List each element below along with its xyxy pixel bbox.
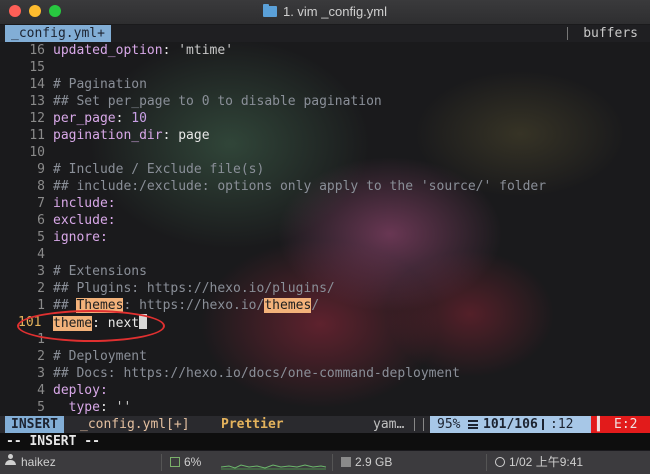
system-status-bar: haikez 6% 2.9 GB 1/02 上午9:41 <box>0 451 650 474</box>
line-number: 9 <box>37 162 45 177</box>
line-number: 2 <box>37 281 45 296</box>
code-line: 5 type: '' <box>0 399 650 416</box>
user-icon <box>5 454 16 465</box>
line-number: 6 <box>37 213 45 228</box>
code-line: 16 updated_option: 'mtime' <box>0 42 650 59</box>
line-number: 4 <box>37 383 45 398</box>
code-line: 9 # Include / Exclude file(s) <box>0 161 650 178</box>
code-line: 4 deploy: <box>0 382 650 399</box>
line-text: deploy: <box>53 383 108 398</box>
status-divider <box>332 454 333 471</box>
status-divider <box>486 454 487 471</box>
line-number: 5 <box>37 230 45 245</box>
line-number: 3 <box>37 264 45 279</box>
editor-buffer[interactable]: 16 updated_option: 'mtime' 15 14 # Paginat… <box>0 42 650 416</box>
code-line: 6 exclude: <box>0 212 650 229</box>
line-text: ## Docs: https://hexo.io/docs/one-comman… <box>53 366 460 381</box>
annotation-circle <box>17 310 165 342</box>
username: haikez <box>21 455 56 469</box>
line-number: 10 <box>29 145 45 160</box>
line-text: ## Set per_page to 0 to disable paginati… <box>53 94 382 109</box>
code-line: 10 <box>0 144 650 161</box>
line-text: pagination_dir: page <box>53 128 210 143</box>
line-text: include: <box>53 196 116 211</box>
status-line: INSERT _config.yml[+] Prettier yam… 95% … <box>0 416 650 433</box>
cpu-icon <box>170 457 180 467</box>
scroll-percent: 95% <box>437 417 461 432</box>
code-line: 3 # Extensions <box>0 263 650 280</box>
title-bar: 1. vim _config.yml <box>0 0 650 25</box>
line-text: ## Plugins: https://hexo.io/plugins/ <box>53 281 335 296</box>
line-number: 2 <box>37 349 45 364</box>
status-divider <box>423 418 424 431</box>
line-number: 12 <box>29 111 45 126</box>
line-text: ## include:/exclude: options only apply … <box>53 179 547 194</box>
clock: 1/02 上午9:41 <box>495 455 583 470</box>
buffers-label: buffers <box>583 26 638 41</box>
lines-icon <box>468 420 478 429</box>
warning-icon: ▍ <box>597 417 605 432</box>
line-number: 7 <box>37 196 45 211</box>
code-line: 2 ## Plugins: https://hexo.io/plugins/ <box>0 280 650 297</box>
line-text: ignore: <box>53 230 108 245</box>
line-number: 16 <box>29 43 45 58</box>
folder-icon <box>262 4 277 17</box>
column-position: :12 <box>550 417 574 432</box>
cpu-sparkline <box>221 464 326 470</box>
line-text: # Deployment <box>53 349 147 364</box>
line-text: # Pagination <box>53 77 147 92</box>
code-line: 15 <box>0 59 650 76</box>
error-segment: ▍ E:2 <box>591 416 650 433</box>
status-divider <box>161 454 162 471</box>
line-text: per_page: 10 <box>53 111 147 126</box>
code-line: 11 pagination_dir: page <box>0 127 650 144</box>
memory-value: 2.9 GB <box>355 455 393 469</box>
code-line: 12 per_page: 10 <box>0 110 650 127</box>
line-text: # Extensions <box>53 264 147 279</box>
code-line: 8 ## include:/exclude: options only apply… <box>0 178 650 195</box>
position-segment: 95% 101/106 :12 <box>430 416 591 433</box>
filetype-label: yam… <box>373 417 405 432</box>
buffer-tab-config[interactable]: _config.yml+ <box>5 25 111 42</box>
mode-indicator: INSERT <box>5 416 64 433</box>
status-divider <box>414 418 415 431</box>
command-line: -- INSERT -- <box>0 433 650 450</box>
window-title: 1. vim _config.yml <box>0 4 650 19</box>
line-number: 4 <box>37 247 45 262</box>
datetime: 1/02 上午9:41 <box>509 455 584 469</box>
status-filename: _config.yml[+] <box>80 417 190 432</box>
code-line: 13 ## Set per_page to 0 to disable pagina… <box>0 93 650 110</box>
line-number: 5 <box>37 400 45 415</box>
terminal-window: 1. vim _config.yml _config.yml+ buffers … <box>0 0 650 474</box>
code-line: 3 ## Docs: https://hexo.io/docs/one-comma… <box>0 365 650 382</box>
cpu-usage: 6% <box>170 455 201 470</box>
code-line: 2 # Deployment <box>0 348 650 365</box>
formatter-label: Prettier <box>221 417 284 432</box>
column-icon <box>542 419 548 430</box>
memory-usage: 2.9 GB <box>341 455 392 470</box>
line-position: 101/106 <box>483 417 538 432</box>
tab-line: _config.yml+ buffers <box>0 25 650 42</box>
line-number: 8 <box>37 179 45 194</box>
line-number: 15 <box>29 60 45 75</box>
line-text: # Include / Exclude file(s) <box>53 162 265 177</box>
clock-icon <box>495 457 505 467</box>
line-number: 14 <box>29 77 45 92</box>
error-count: E:2 <box>614 417 638 432</box>
code-line: 7 include: <box>0 195 650 212</box>
line-text: exclude: <box>53 213 116 228</box>
line-text: type: '' <box>68 400 132 415</box>
memory-icon <box>341 457 351 467</box>
line-number: 1 <box>37 298 45 313</box>
code-line: 5 ignore: <box>0 229 650 246</box>
line-number: 11 <box>29 128 45 143</box>
cpu-value: 6% <box>184 455 202 469</box>
code-line: 4 <box>0 246 650 263</box>
line-text: updated_option: 'mtime' <box>53 43 234 58</box>
tab-divider <box>567 27 568 40</box>
line-number: 13 <box>29 94 45 109</box>
window-title-text: 1. vim _config.yml <box>282 4 388 19</box>
code-line: 14 # Pagination <box>0 76 650 93</box>
line-number: 3 <box>37 366 45 381</box>
